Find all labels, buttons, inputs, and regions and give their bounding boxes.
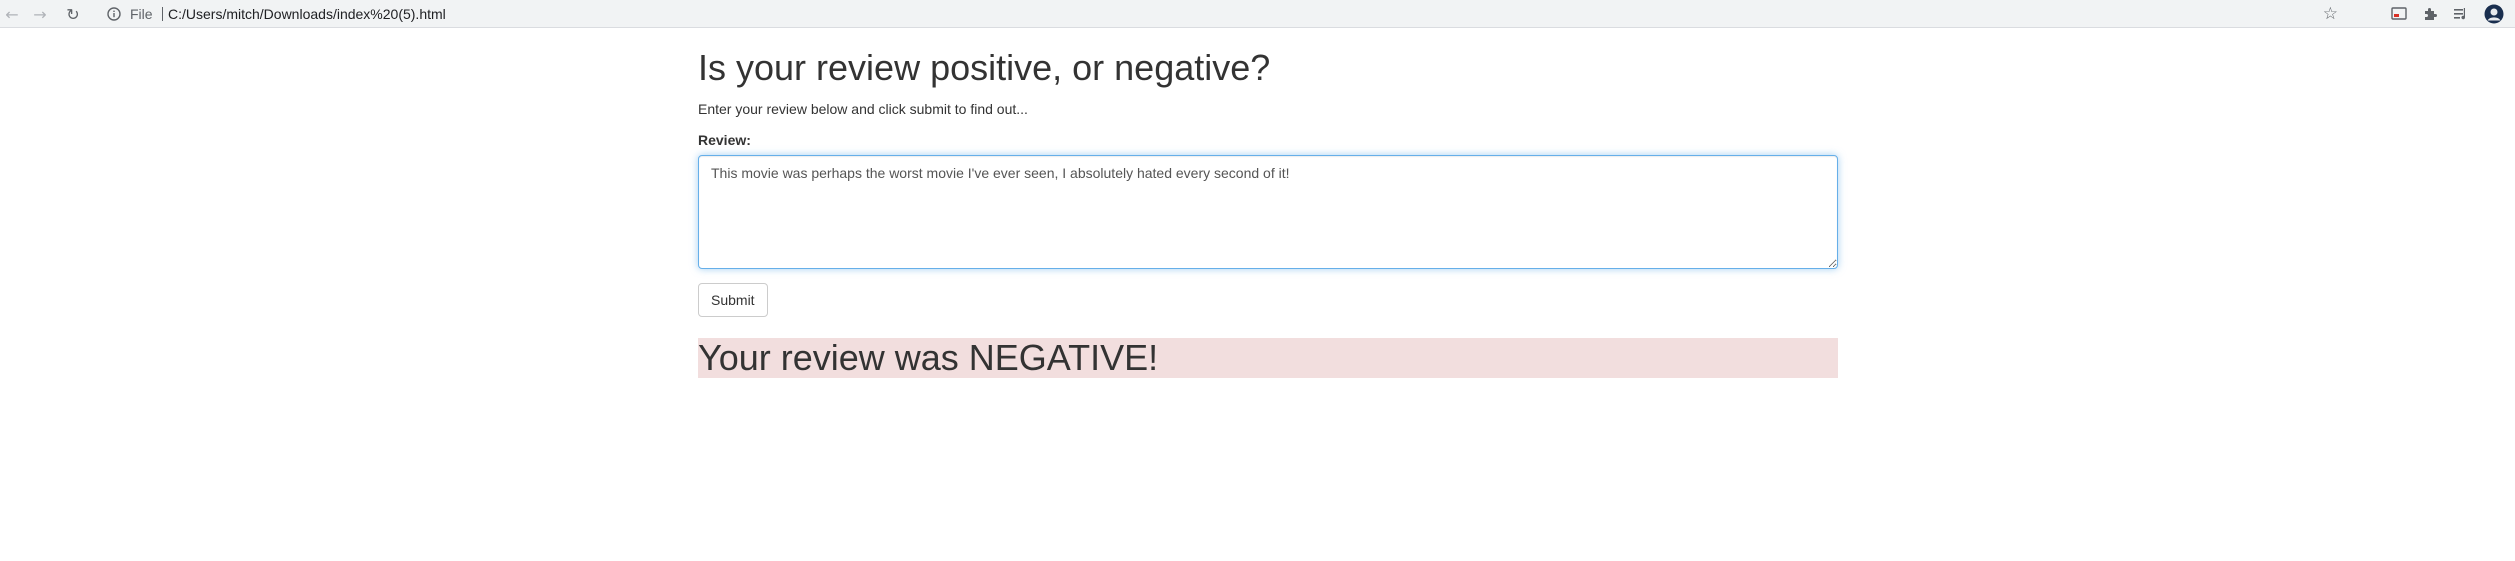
url-separator: [162, 7, 163, 21]
browser-toolbar: ← → ↻ File C:/Users/mitch/Downloads/inde…: [0, 0, 2515, 28]
result-banner: Your review was NEGATIVE!: [698, 338, 1838, 378]
back-icon[interactable]: ←: [2, 4, 22, 24]
avatar-icon[interactable]: [2484, 4, 2504, 24]
url-text[interactable]: C:/Users/mitch/Downloads/index%20(5).htm…: [168, 6, 446, 22]
submit-button[interactable]: Submit: [698, 283, 768, 317]
intro-text: Enter your review below and click submit…: [698, 101, 1028, 117]
cast-icon[interactable]: [2389, 4, 2409, 24]
url-scheme-label: File: [130, 6, 153, 22]
reading-list-icon[interactable]: [2451, 4, 2471, 24]
reload-icon[interactable]: ↻: [63, 4, 83, 24]
info-icon[interactable]: [106, 6, 122, 22]
forward-icon[interactable]: →: [30, 4, 50, 24]
page-title: Is your review positive, or negative?: [698, 47, 1271, 88]
address-bar[interactable]: File C:/Users/mitch/Downloads/index%20(5…: [96, 2, 2356, 26]
review-textarea[interactable]: This movie was perhaps the worst movie I…: [698, 155, 1838, 269]
review-label: Review:: [698, 132, 751, 148]
puzzle-icon[interactable]: [2420, 4, 2440, 24]
star-icon[interactable]: ☆: [2323, 5, 2338, 23]
